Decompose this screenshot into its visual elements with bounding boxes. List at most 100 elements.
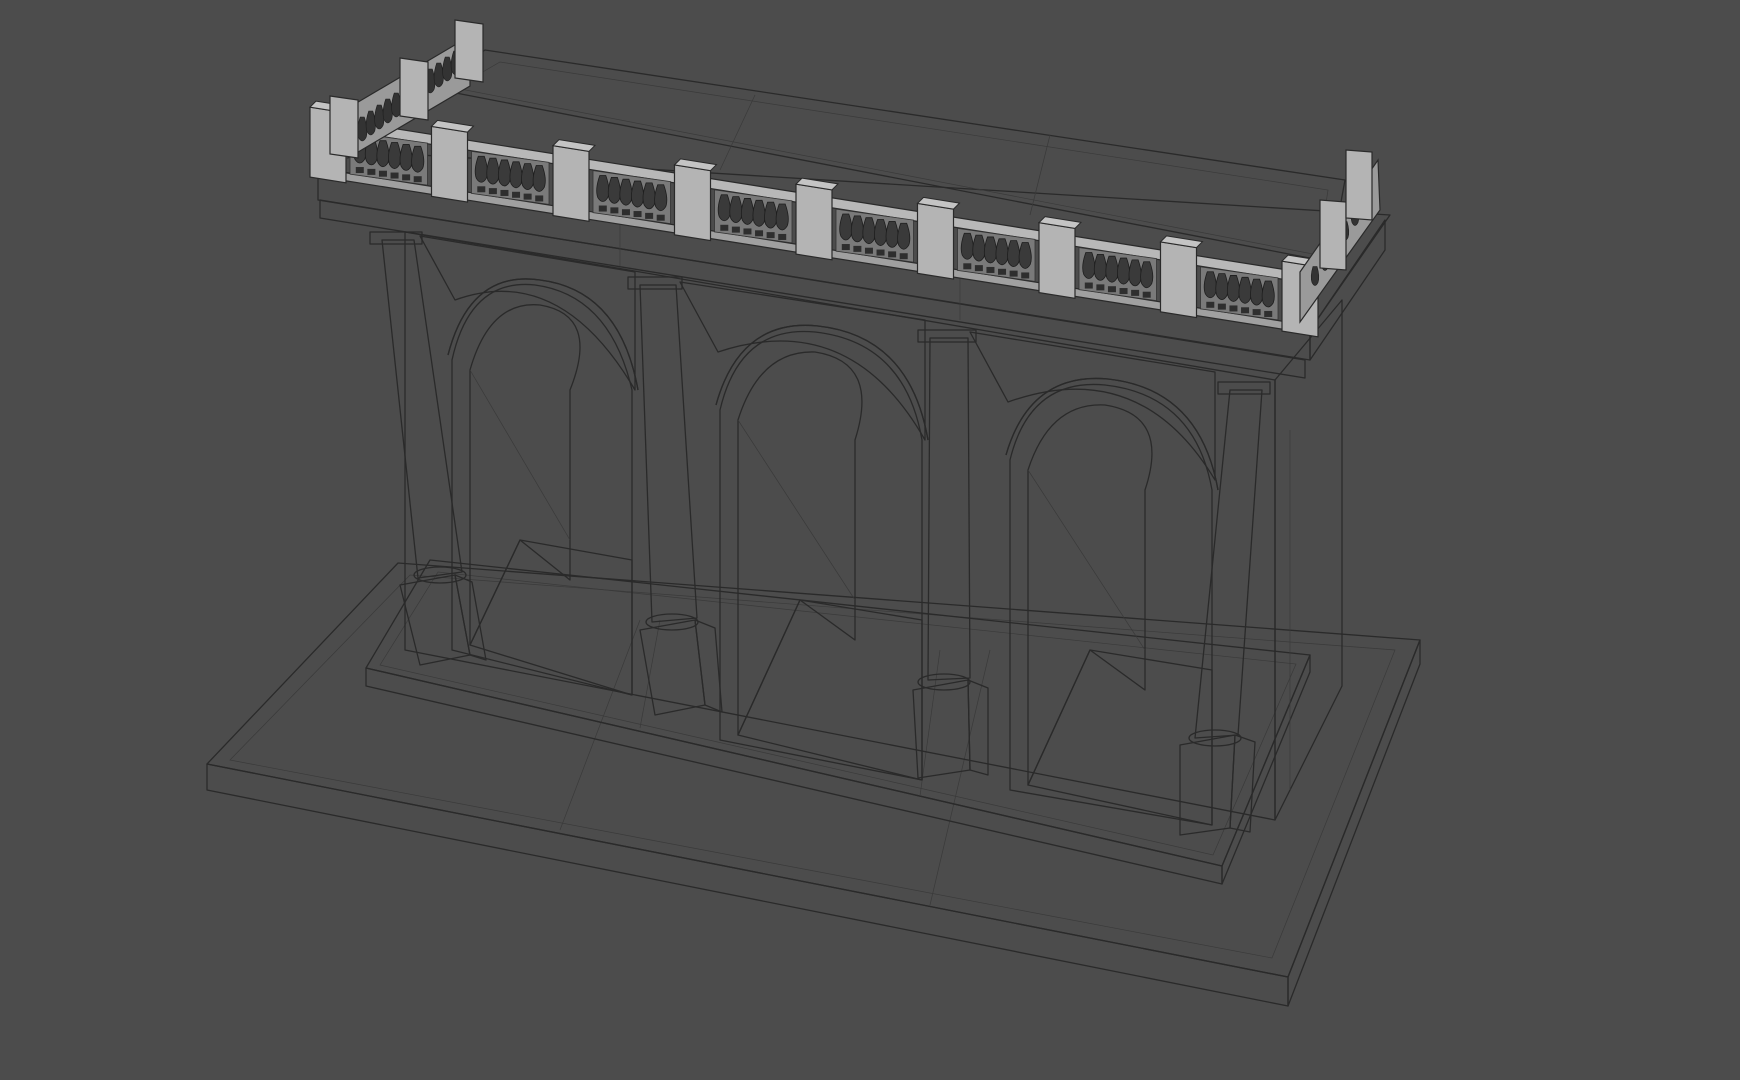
baluster — [365, 110, 376, 136]
baluster — [1082, 252, 1096, 279]
baluster-base — [500, 189, 509, 196]
baluster-base — [1229, 305, 1238, 312]
baluster — [532, 165, 546, 192]
baluster-base — [355, 167, 364, 174]
baluster — [388, 142, 402, 169]
baluster — [960, 232, 974, 260]
balustrade-post — [430, 125, 469, 203]
baluster — [607, 176, 621, 204]
baluster-base — [512, 191, 521, 198]
baluster — [521, 163, 535, 191]
baluster — [474, 155, 488, 183]
baluster — [717, 194, 731, 222]
baluster-base — [731, 226, 740, 233]
baluster — [382, 98, 393, 124]
baluster-base — [853, 245, 862, 252]
baluster — [983, 236, 997, 264]
balustrade-post — [916, 202, 955, 280]
baluster-base — [720, 224, 729, 231]
baluster — [1250, 278, 1264, 306]
baluster — [1018, 242, 1032, 269]
baluster — [729, 196, 743, 224]
baluster — [619, 178, 633, 206]
baluster — [433, 62, 444, 88]
baluster-base — [378, 170, 387, 177]
baluster — [1007, 240, 1021, 268]
baluster-base — [864, 247, 873, 254]
baluster — [596, 175, 610, 202]
balustrade-post — [1345, 149, 1373, 221]
baluster — [1140, 261, 1154, 289]
baluster — [509, 161, 523, 189]
baluster — [1261, 280, 1275, 308]
baluster-base — [390, 172, 399, 179]
baluster-base — [998, 268, 1007, 275]
balustrade-post — [329, 95, 359, 159]
baluster-base — [841, 244, 850, 251]
baluster-base — [610, 207, 619, 214]
baluster — [972, 234, 986, 262]
arch-openings — [419, 235, 1219, 826]
baluster — [850, 215, 864, 243]
baluster — [740, 198, 754, 225]
arch-1 — [419, 235, 639, 696]
baluster — [752, 199, 766, 227]
baluster-base — [986, 266, 995, 273]
baluster — [1117, 257, 1131, 285]
baluster-base — [1241, 307, 1250, 314]
baluster — [1203, 271, 1217, 299]
balustrade-post — [552, 144, 590, 223]
3d-viewport[interactable] — [0, 0, 1740, 1080]
baluster-base — [1096, 284, 1105, 291]
baluster — [995, 238, 1009, 266]
baluster-base — [402, 174, 411, 181]
baluster — [897, 222, 911, 250]
baluster — [775, 203, 789, 231]
balustrade-post — [1159, 241, 1198, 319]
baluster-base — [1119, 288, 1128, 295]
baluster-base — [1021, 272, 1030, 279]
columns — [369, 231, 1271, 836]
baluster-base — [621, 209, 630, 216]
side-wall-right — [1274, 299, 1343, 821]
baluster — [885, 220, 899, 248]
baluster — [764, 201, 778, 229]
balustrade-post — [399, 57, 429, 121]
balustrade-post — [795, 183, 833, 261]
baluster — [1105, 255, 1119, 283]
baluster-base — [1142, 291, 1151, 298]
arch-3 — [969, 331, 1219, 826]
arch-2 — [679, 281, 929, 781]
baluster-base — [1217, 303, 1226, 310]
baluster — [1128, 259, 1142, 287]
baluster — [486, 157, 500, 185]
baluster — [642, 182, 656, 210]
balustrade — [308, 19, 1381, 338]
column-1 — [369, 231, 487, 666]
baluster-base — [1107, 286, 1116, 293]
baluster — [631, 180, 645, 208]
baluster-base — [633, 211, 642, 218]
baluster — [376, 140, 390, 168]
baluster — [1310, 266, 1320, 286]
balustrade-post — [454, 19, 484, 83]
baluster-base — [645, 212, 654, 219]
baluster-base — [1084, 282, 1093, 289]
stylobate — [365, 559, 1311, 885]
baluster-base — [876, 249, 885, 256]
baluster-base — [535, 195, 544, 202]
baluster-base — [963, 263, 972, 270]
baluster — [497, 159, 511, 187]
baluster-base — [413, 176, 422, 183]
baluster — [357, 116, 368, 142]
baluster-base — [766, 232, 775, 239]
baluster — [1226, 275, 1240, 302]
baluster — [862, 217, 876, 245]
baluster-base — [1252, 309, 1261, 316]
baluster — [654, 184, 668, 212]
baluster-base — [523, 193, 532, 200]
baluster-base — [367, 168, 376, 175]
baluster — [411, 145, 425, 173]
baluster-base — [899, 253, 908, 260]
baluster — [374, 104, 385, 130]
